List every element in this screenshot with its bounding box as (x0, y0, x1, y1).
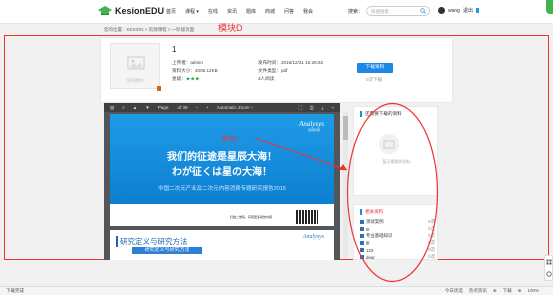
rating-stars: ★★★ (185, 76, 200, 81)
download-icon[interactable]: ⤓ (321, 105, 323, 110)
tools-icon[interactable]: » (331, 105, 334, 110)
page-label: Page: (157, 105, 170, 110)
nav-item-exam[interactable]: 题库 (246, 8, 256, 15)
corner-badge (546, 0, 553, 14)
logo-icon (98, 6, 112, 15)
download-count: 0次下载 (366, 77, 383, 82)
nav-item-member[interactable]: 我会 (303, 8, 313, 15)
status-item[interactable]: ⊕ (518, 288, 522, 294)
main-nav: 首页 课程 ▾ 在线 资讯 题库 商城 问答 我会 (166, 8, 313, 15)
status-left: 下载完成 (6, 288, 24, 293)
slide-subtitle: 中国二次元产业及二次元内容消费专题研究报告2015 (158, 186, 286, 192)
floating-toolbar (544, 255, 553, 281)
brand-sub: 易观智库 (307, 128, 320, 132)
image-placeholder-icon (127, 56, 145, 70)
qr-caption: 扫描二维码，获取更多报告内容 (230, 215, 273, 219)
breadcrumb: 您的位置：KESION > 资源课程 > 一阶级页面 (104, 27, 195, 32)
status-bar: 下载完成 今日优选 热点资讯 ⊕ 下载 ⊕ 100% (0, 286, 553, 295)
search-icon[interactable]: ⌕ (122, 105, 125, 110)
nav-item-courses[interactable]: 课程 ▾ (185, 8, 199, 15)
notification-icon[interactable] (475, 8, 479, 13)
print-icon[interactable]: ⎙ (310, 105, 314, 110)
pdf-toolbar: ▤ ⌕ ▲ ▼ Page: of 39 − + Automatic Zoom ÷… (104, 103, 340, 112)
grid-icon[interactable] (546, 259, 552, 265)
zoom-select[interactable]: Automatic Zoom ÷ (217, 105, 253, 110)
rating-row: 星级：★★★ (172, 76, 200, 82)
view-count: 3人阅读 (258, 76, 275, 81)
zoom-in-icon[interactable]: + (206, 105, 209, 110)
fullscreen-icon[interactable]: ⛶ (299, 105, 302, 110)
pdf-page-2: 研究定义与研究方法 研究定义与研究方法 Analysys (110, 230, 334, 260)
nav-item-online[interactable]: 在线 (208, 8, 218, 15)
thumb-label: 没有图片 (126, 78, 144, 83)
search-area: 搜索： 快速搜索 (348, 6, 431, 16)
annotation-module-d: 模块D (218, 23, 243, 33)
nav-item-home[interactable]: 首页 (166, 8, 176, 15)
status-right: 今日优选 热点资讯 ⊕ 下载 ⊕ 100% (445, 288, 539, 294)
site-logo[interactable]: KesionEDU (98, 6, 164, 16)
zoom-out-icon[interactable]: − (196, 105, 199, 110)
page-total: of 39 (177, 105, 188, 110)
next-page-icon[interactable]: ▼ (145, 105, 149, 110)
nav-item-news[interactable]: 资讯 (227, 8, 237, 15)
search-input[interactable]: 快速搜索 (366, 6, 431, 16)
search-icon[interactable] (420, 8, 426, 14)
logo-text: KesionEDU (115, 6, 165, 16)
user-name[interactable]: wang (448, 8, 460, 14)
status-item[interactable]: 热点资讯 (469, 288, 487, 294)
section-title: 研究定义与研究方法 (116, 236, 188, 247)
resource-thumbnail: 没有图片 (110, 43, 160, 89)
annotation-arrow (254, 137, 348, 171)
refresh-icon[interactable] (546, 271, 552, 277)
pdf-file-icon (157, 86, 161, 91)
publish-time: 发布时间：2016/12/31 16:26:52 (258, 60, 324, 65)
nav-item-shop[interactable]: 商城 (265, 8, 275, 15)
uploader: 上传者：admin (172, 60, 203, 65)
logout-link[interactable]: 退出 (463, 7, 473, 14)
status-item[interactable]: ⊕ (493, 288, 497, 294)
status-item[interactable]: 今日优选 (445, 288, 463, 294)
section-bar: 研究定义与研究方法 (132, 247, 202, 254)
rating-label: 星级： (172, 76, 186, 81)
resource-title: 1 (172, 45, 177, 54)
annotation-module-e: 模块E (222, 137, 239, 143)
search-placeholder: 快速搜索 (371, 9, 390, 14)
avatar[interactable] (438, 7, 445, 14)
brand-logo: Analysys (299, 120, 324, 128)
zoom-level[interactable]: 100% (527, 288, 539, 294)
brand-logo-2: Analysys (302, 234, 324, 240)
user-menu: wang 退出 (438, 7, 479, 14)
prev-page-icon[interactable]: ▲ (133, 105, 137, 110)
status-item[interactable]: 下载 (503, 288, 512, 294)
file-type: 文件类型：pdf (258, 68, 288, 73)
qr-code (296, 210, 318, 224)
annotation-ellipse (346, 102, 439, 283)
nav-item-qa[interactable]: 问答 (284, 8, 294, 15)
sidebar-toggle-icon[interactable]: ▤ (110, 105, 114, 111)
download-button[interactable]: 下载资料 (357, 63, 393, 73)
file-size: 资料大小：4006.12KB (172, 68, 218, 73)
search-label: 搜索： (348, 8, 364, 15)
